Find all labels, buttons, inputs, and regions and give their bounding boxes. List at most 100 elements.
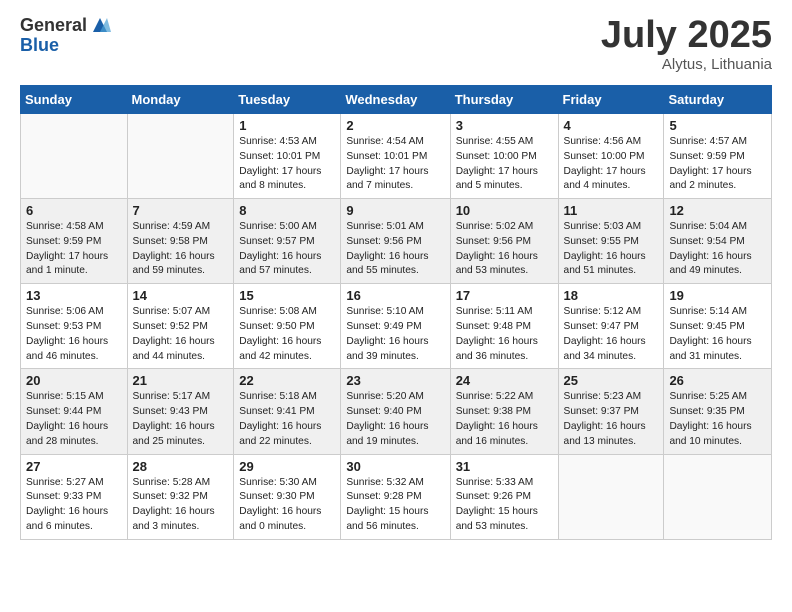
day-number: 23 xyxy=(346,373,444,388)
table-row xyxy=(127,114,234,199)
day-info: Sunrise: 5:18 AM Sunset: 9:41 PM Dayligh… xyxy=(239,390,335,449)
title-block: July 2025 Alytus, Lithuania xyxy=(601,16,772,73)
day-info: Sunrise: 5:12 AM Sunset: 9:47 PM Dayligh… xyxy=(564,305,659,364)
day-number: 30 xyxy=(346,459,444,474)
day-number: 18 xyxy=(564,288,659,303)
table-row: 19 Sunrise: 5:14 AM Sunset: 9:45 PM Dayli… xyxy=(664,284,772,369)
calendar-week-row: 27Sunrise: 5:27 AM Sunset: 9:33 PM Dayli… xyxy=(21,454,772,539)
table-row: 24Sunrise: 5:22 AM Sunset: 9:38 PM Dayli… xyxy=(450,369,558,454)
day-info: Sunrise: 4:58 AM Sunset: 9:59 PM Dayligh… xyxy=(26,220,122,279)
calendar-table: Sunday Monday Tuesday Wednesday Thursday… xyxy=(20,85,772,540)
day-number: 4 xyxy=(564,118,659,133)
day-info: Sunrise: 5:30 AM Sunset: 9:30 PM Dayligh… xyxy=(239,476,335,535)
day-number: 16 xyxy=(346,288,444,303)
day-info: Sunrise: 4:59 AM Sunset: 9:58 PM Dayligh… xyxy=(133,220,229,279)
day-info: Sunrise: 5:17 AM Sunset: 9:43 PM Dayligh… xyxy=(133,390,229,449)
day-info: Sunrise: 4:55 AM Sunset: 10:00 PM Daylig… xyxy=(456,135,553,194)
day-info: Sunrise: 5:03 AM Sunset: 9:55 PM Dayligh… xyxy=(564,220,659,279)
header-row: Sunday Monday Tuesday Wednesday Thursday… xyxy=(21,86,772,114)
day-number: 6 xyxy=(26,203,122,218)
day-info: Sunrise: 4:53 AM Sunset: 10:01 PM Daylig… xyxy=(239,135,335,194)
col-thursday: Thursday xyxy=(450,86,558,114)
table-row: 27Sunrise: 5:27 AM Sunset: 9:33 PM Dayli… xyxy=(21,454,128,539)
calendar-week-row: 13 Sunrise: 5:06 AM Sunset: 9:53 PM Dayli… xyxy=(21,284,772,369)
day-info: Sunrise: 5:06 AM Sunset: 9:53 PM Dayligh… xyxy=(26,305,122,364)
calendar-week-row: 1 Sunrise: 4:53 AM Sunset: 10:01 PM Dayli… xyxy=(21,114,772,199)
logo-blue: Blue xyxy=(20,36,111,56)
day-number: 2 xyxy=(346,118,444,133)
table-row: 26 Sunrise: 5:25 AM Sunset: 9:35 PM Dayli… xyxy=(664,369,772,454)
table-row: 9Sunrise: 5:01 AM Sunset: 9:56 PM Daylig… xyxy=(341,199,450,284)
table-row: 1 Sunrise: 4:53 AM Sunset: 10:01 PM Dayli… xyxy=(234,114,341,199)
day-number: 21 xyxy=(133,373,229,388)
day-info: Sunrise: 5:10 AM Sunset: 9:49 PM Dayligh… xyxy=(346,305,444,364)
day-number: 25 xyxy=(564,373,659,388)
day-info: Sunrise: 5:15 AM Sunset: 9:44 PM Dayligh… xyxy=(26,390,122,449)
day-info: Sunrise: 5:00 AM Sunset: 9:57 PM Dayligh… xyxy=(239,220,335,279)
table-row: 31 Sunrise: 5:33 AM Sunset: 9:26 PM Dayli… xyxy=(450,454,558,539)
table-row: 17Sunrise: 5:11 AM Sunset: 9:48 PM Dayli… xyxy=(450,284,558,369)
table-row: 12Sunrise: 5:04 AM Sunset: 9:54 PM Dayli… xyxy=(664,199,772,284)
table-row: 23 Sunrise: 5:20 AM Sunset: 9:40 PM Dayli… xyxy=(341,369,450,454)
table-row xyxy=(558,454,664,539)
day-info: Sunrise: 5:28 AM Sunset: 9:32 PM Dayligh… xyxy=(133,476,229,535)
month-title: July 2025 xyxy=(601,16,772,54)
logo-general: General xyxy=(20,16,87,36)
logo-icon xyxy=(89,14,111,36)
day-number: 5 xyxy=(669,118,766,133)
day-number: 22 xyxy=(239,373,335,388)
table-row: 4 Sunrise: 4:56 AM Sunset: 10:00 PM Dayli… xyxy=(558,114,664,199)
day-number: 8 xyxy=(239,203,335,218)
table-row: 14Sunrise: 5:07 AM Sunset: 9:52 PM Dayli… xyxy=(127,284,234,369)
day-info: Sunrise: 5:25 AM Sunset: 9:35 PM Dayligh… xyxy=(669,390,766,449)
logo-text: General Blue xyxy=(20,16,111,56)
day-info: Sunrise: 5:08 AM Sunset: 9:50 PM Dayligh… xyxy=(239,305,335,364)
table-row: 8 Sunrise: 5:00 AM Sunset: 9:57 PM Daylig… xyxy=(234,199,341,284)
table-row: 21 Sunrise: 5:17 AM Sunset: 9:43 PM Dayli… xyxy=(127,369,234,454)
table-row: 11 Sunrise: 5:03 AM Sunset: 9:55 PM Dayli… xyxy=(558,199,664,284)
day-info: Sunrise: 4:54 AM Sunset: 10:01 PM Daylig… xyxy=(346,135,444,194)
table-row: 15 Sunrise: 5:08 AM Sunset: 9:50 PM Dayli… xyxy=(234,284,341,369)
day-number: 3 xyxy=(456,118,553,133)
col-sunday: Sunday xyxy=(21,86,128,114)
day-info: Sunrise: 5:04 AM Sunset: 9:54 PM Dayligh… xyxy=(669,220,766,279)
day-number: 15 xyxy=(239,288,335,303)
table-row xyxy=(21,114,128,199)
table-row: 13 Sunrise: 5:06 AM Sunset: 9:53 PM Dayli… xyxy=(21,284,128,369)
calendar-week-row: 6 Sunrise: 4:58 AM Sunset: 9:59 PM Daylig… xyxy=(21,199,772,284)
day-info: Sunrise: 5:33 AM Sunset: 9:26 PM Dayligh… xyxy=(456,476,553,535)
day-number: 19 xyxy=(669,288,766,303)
table-row xyxy=(664,454,772,539)
day-number: 26 xyxy=(669,373,766,388)
day-info: Sunrise: 5:07 AM Sunset: 9:52 PM Dayligh… xyxy=(133,305,229,364)
day-number: 10 xyxy=(456,203,553,218)
day-info: Sunrise: 5:22 AM Sunset: 9:38 PM Dayligh… xyxy=(456,390,553,449)
table-row: 28 Sunrise: 5:28 AM Sunset: 9:32 PM Dayli… xyxy=(127,454,234,539)
table-row: 2 Sunrise: 4:54 AM Sunset: 10:01 PM Dayli… xyxy=(341,114,450,199)
table-row: 22 Sunrise: 5:18 AM Sunset: 9:41 PM Dayli… xyxy=(234,369,341,454)
table-row: 7 Sunrise: 4:59 AM Sunset: 9:58 PM Daylig… xyxy=(127,199,234,284)
calendar-week-row: 20Sunrise: 5:15 AM Sunset: 9:44 PM Dayli… xyxy=(21,369,772,454)
table-row: 30Sunrise: 5:32 AM Sunset: 9:28 PM Dayli… xyxy=(341,454,450,539)
col-friday: Friday xyxy=(558,86,664,114)
day-info: Sunrise: 5:11 AM Sunset: 9:48 PM Dayligh… xyxy=(456,305,553,364)
table-row: 16 Sunrise: 5:10 AM Sunset: 9:49 PM Dayli… xyxy=(341,284,450,369)
subtitle: Alytus, Lithuania xyxy=(601,56,772,73)
header: General Blue July 2025 Alytus, Lithuania xyxy=(20,16,772,73)
table-row: 6 Sunrise: 4:58 AM Sunset: 9:59 PM Daylig… xyxy=(21,199,128,284)
table-row: 10Sunrise: 5:02 AM Sunset: 9:56 PM Dayli… xyxy=(450,199,558,284)
table-row: 29 Sunrise: 5:30 AM Sunset: 9:30 PM Dayli… xyxy=(234,454,341,539)
day-info: Sunrise: 5:20 AM Sunset: 9:40 PM Dayligh… xyxy=(346,390,444,449)
table-row: 3 Sunrise: 4:55 AM Sunset: 10:00 PM Dayli… xyxy=(450,114,558,199)
day-info: Sunrise: 5:14 AM Sunset: 9:45 PM Dayligh… xyxy=(669,305,766,364)
day-number: 29 xyxy=(239,459,335,474)
day-number: 1 xyxy=(239,118,335,133)
day-number: 13 xyxy=(26,288,122,303)
day-number: 31 xyxy=(456,459,553,474)
day-number: 11 xyxy=(564,203,659,218)
page: General Blue July 2025 Alytus, Lithuania… xyxy=(0,0,792,560)
day-number: 28 xyxy=(133,459,229,474)
day-info: Sunrise: 4:56 AM Sunset: 10:00 PM Daylig… xyxy=(564,135,659,194)
day-number: 9 xyxy=(346,203,444,218)
day-number: 7 xyxy=(133,203,229,218)
